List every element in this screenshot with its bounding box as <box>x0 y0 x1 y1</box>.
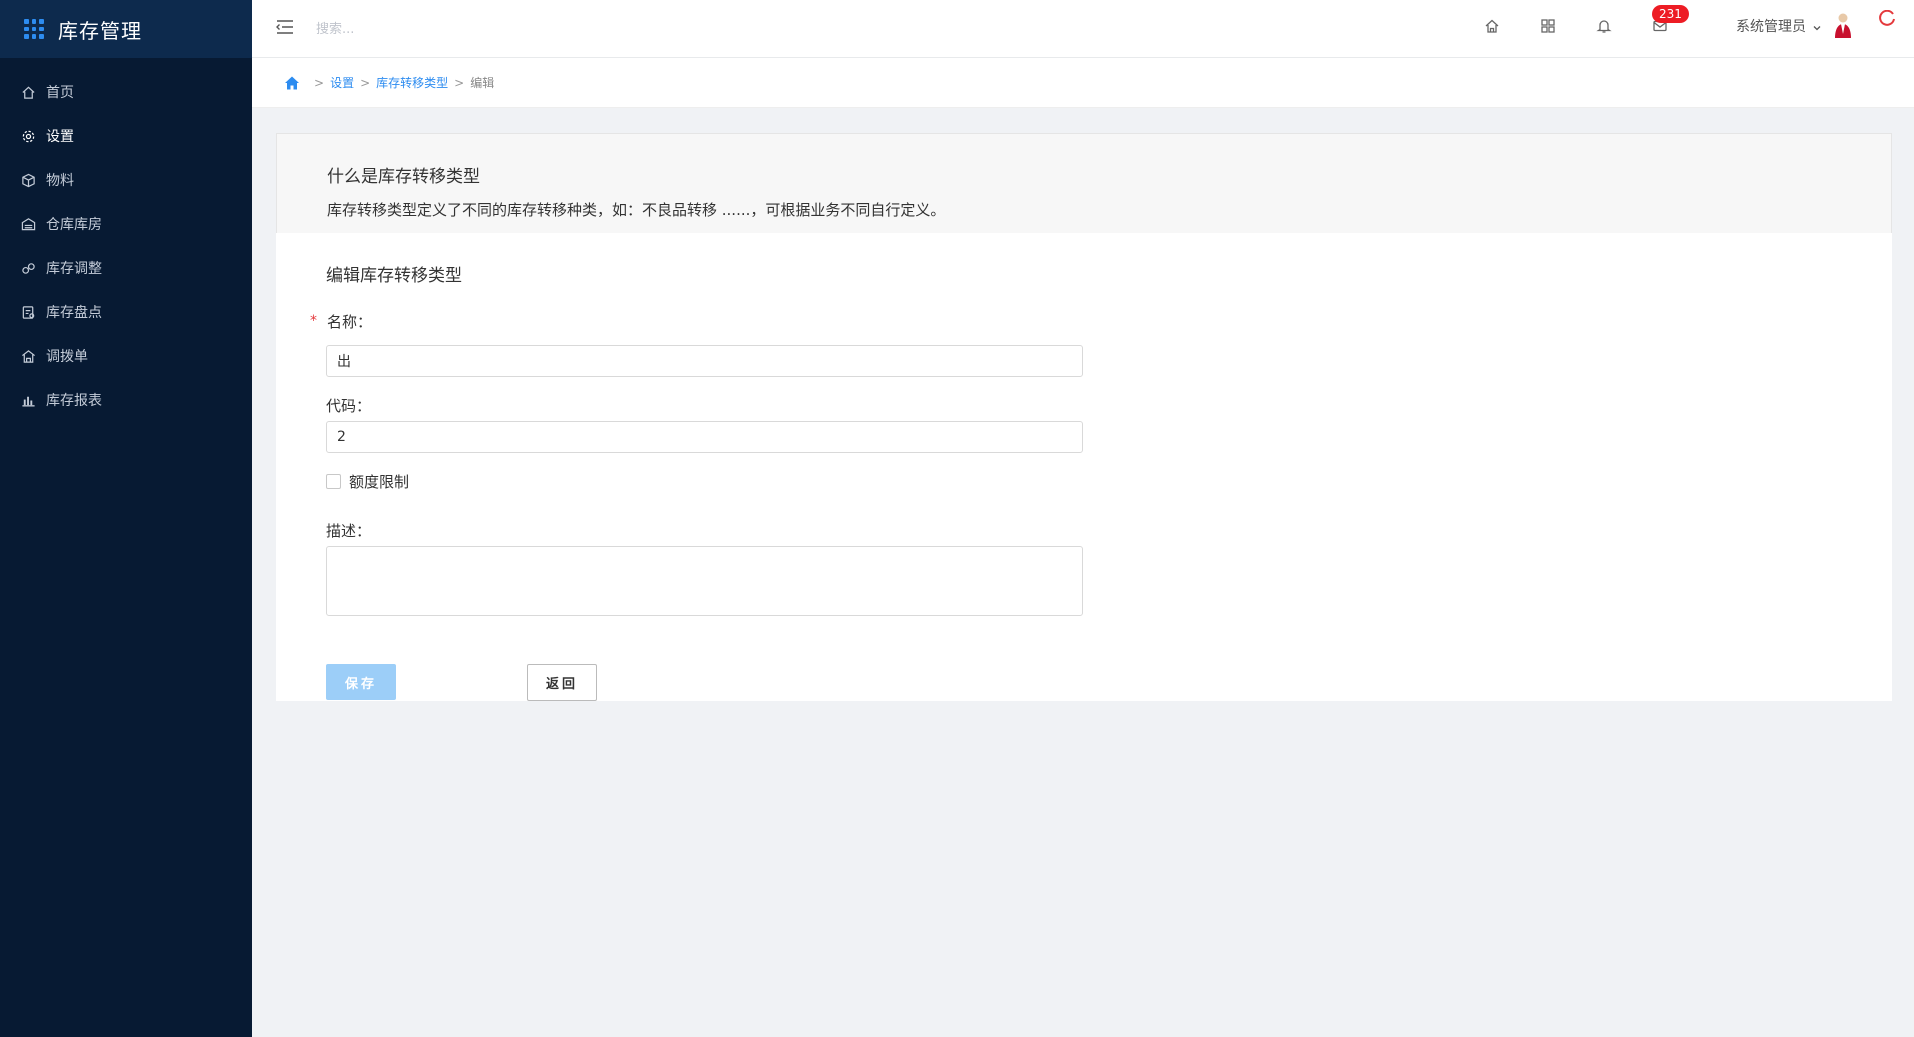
breadcrumb-separator: > <box>454 75 465 90</box>
user-name: 系统管理员 <box>1736 19 1806 35</box>
quota-limit-row[interactable]: 额度限制 <box>326 471 1842 492</box>
intro-section: 什么是库存转移类型 库存转移类型定义了不同的库存转移种类，如：不良品转移 ...… <box>276 133 1892 233</box>
sidebar-item-warehouse[interactable]: 仓库库房 <box>0 202 252 246</box>
breadcrumb-separator: > <box>314 75 325 90</box>
home-icon[interactable] <box>1482 16 1502 36</box>
main-panel: 什么是库存转移类型 库存转移类型定义了不同的库存转移种类，如：不良品转移 ...… <box>276 133 1892 701</box>
required-mark: * <box>310 313 317 329</box>
loading-icon <box>1878 9 1896 28</box>
sidebar-item-label: 设置 <box>46 129 74 145</box>
gear-icon <box>20 128 36 144</box>
sidebar-item-label: 调拨单 <box>46 349 88 365</box>
sidebar-item-stock-report[interactable]: 库存报表 <box>0 378 252 422</box>
description-field[interactable] <box>326 546 1083 616</box>
transfer-icon <box>20 348 36 364</box>
name-label: * 名称： <box>310 310 1842 332</box>
sidebar-item-label: 仓库库房 <box>46 217 102 233</box>
avatar[interactable] <box>1832 12 1854 38</box>
back-button[interactable]: 返回 <box>527 664 597 701</box>
brand-title: 库存管理 <box>58 18 142 43</box>
sidebar-item-stock-adjust[interactable]: 库存调整 <box>0 246 252 290</box>
edit-form: 编辑库存转移类型 * 名称： 代码： 额度限制 描述： 保存 返回 <box>276 233 1892 701</box>
chevron-down-icon <box>1812 21 1822 31</box>
notification-badge: 231 <box>1652 5 1689 23</box>
breadcrumb: > 设置 > 库存转移类型 > 编辑 <box>252 58 1914 108</box>
brand[interactable]: 库存管理 <box>0 0 252 58</box>
sidebar-item-label: 库存调整 <box>46 261 102 277</box>
description-label: 描述： <box>326 521 372 540</box>
bar-chart-icon <box>20 392 36 408</box>
search-input[interactable] <box>316 14 556 44</box>
code-field[interactable] <box>326 421 1083 453</box>
name-label-text: 名称： <box>327 312 373 331</box>
top-header: 231 系统管理员 <box>252 0 1914 58</box>
sidebar-item-label: 库存报表 <box>46 393 102 409</box>
sidebar-item-label: 库存盘点 <box>46 305 102 321</box>
breadcrumb-settings[interactable]: 设置 <box>330 74 354 91</box>
sidebar-item-home[interactable]: 首页 <box>0 70 252 114</box>
apps-grid-icon <box>24 19 44 39</box>
intro-title: 什么是库存转移类型 <box>327 167 480 187</box>
sidebar-item-label: 物料 <box>46 173 74 189</box>
intro-description: 库存转移类型定义了不同的库存转移种类，如：不良品转移 ......，可根据业务不… <box>327 201 946 219</box>
name-field[interactable] <box>326 345 1083 377</box>
home-icon <box>20 84 36 100</box>
sidebar-item-materials[interactable]: 物料 <box>0 158 252 202</box>
adjust-icon <box>20 260 36 276</box>
breadcrumb-separator: > <box>360 75 371 90</box>
breadcrumb-transfer-types[interactable]: 库存转移类型 <box>376 74 448 91</box>
quota-limit-checkbox[interactable] <box>326 474 341 489</box>
quota-limit-label: 额度限制 <box>349 473 410 491</box>
bell-icon[interactable] <box>1594 16 1614 36</box>
menu-toggle-icon[interactable] <box>274 16 296 38</box>
sidebar-menu: 首页 设置 物料 仓库库房 库存调整 库存盘点 调拨单 库存报表 <box>0 70 252 422</box>
warehouse-icon <box>20 216 36 232</box>
home-icon[interactable] <box>284 75 300 91</box>
form-title: 编辑库存转移类型 <box>326 266 462 286</box>
inventory-icon <box>20 304 36 320</box>
sidebar-item-settings[interactable]: 设置 <box>0 114 252 158</box>
grid-icon[interactable] <box>1538 16 1558 36</box>
user-menu[interactable]: 系统管理员 <box>1736 16 1822 36</box>
code-label: 代码： <box>326 396 372 415</box>
save-button[interactable]: 保存 <box>326 664 396 700</box>
sidebar-item-stocktaking[interactable]: 库存盘点 <box>0 290 252 334</box>
sidebar-item-label: 首页 <box>46 85 74 101</box>
breadcrumb-current: 编辑 <box>470 76 495 90</box>
sidebar: 库存管理 首页 设置 物料 仓库库房 库存调整 库存盘点 调拨单 库存报表 <box>0 0 252 1037</box>
sidebar-item-transfer-order[interactable]: 调拨单 <box>0 334 252 378</box>
cube-icon <box>20 172 36 188</box>
